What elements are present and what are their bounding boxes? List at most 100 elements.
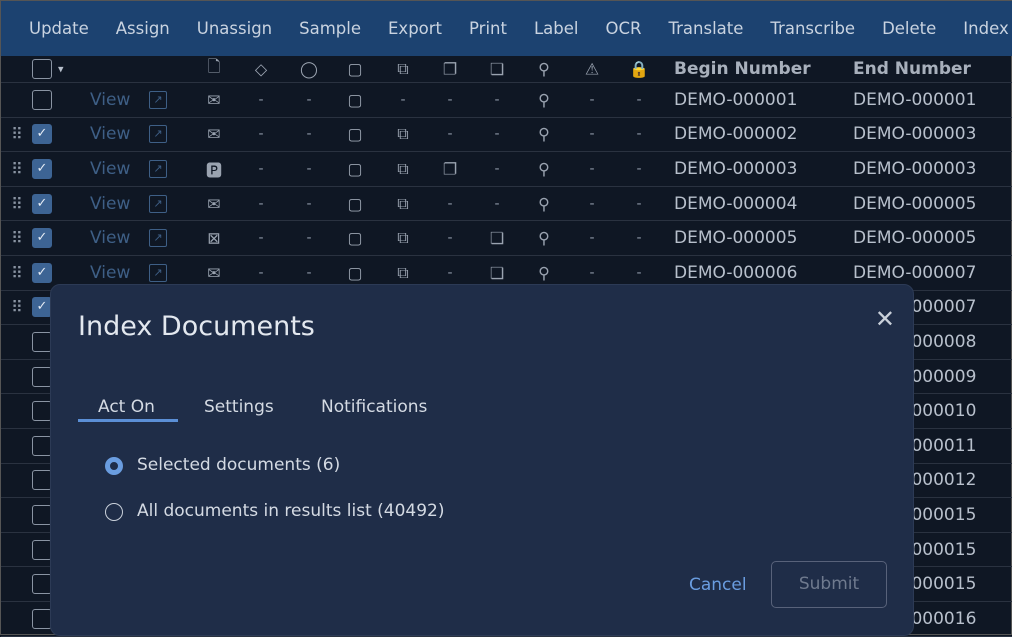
cancel-button[interactable]: Cancel — [689, 575, 747, 595]
drag-handle-icon[interactable]: ⠿ — [11, 161, 23, 177]
copies-icon[interactable]: ❐ — [439, 60, 461, 79]
open-external-icon[interactable]: ↗ — [149, 159, 167, 178]
option-selected-documents-label[interactable]: Selected documents (6) — [137, 455, 340, 475]
radio-selected-documents[interactable] — [105, 457, 123, 475]
table-row[interactable]: ⠿ ✓ View ↗ ✉ - - ▢ ⧉ - - ⚲ - - DEMO-000004 DEMO-000005 — [1, 187, 1012, 222]
tab-act-on[interactable]: Act On — [98, 397, 155, 417]
column-header-end-number[interactable]: End Number — [853, 59, 971, 79]
radio-all-documents[interactable] — [105, 503, 123, 521]
drag-handle-icon[interactable]: ⠿ — [11, 265, 23, 281]
workflow-icon[interactable]: ⚲ — [533, 229, 555, 248]
note-icon[interactable]: ▢ — [344, 60, 366, 79]
duplicate-icon[interactable]: ❏ — [486, 263, 508, 282]
chevron-down-icon[interactable]: ▾ — [58, 63, 64, 76]
row-checkbox[interactable] — [32, 331, 52, 352]
toolbar-assign-button[interactable]: Assign — [116, 19, 170, 38]
row-checkbox[interactable] — [32, 539, 52, 560]
pdf-icon[interactable]: 🅿 — [203, 157, 225, 181]
row-checkbox[interactable]: ✓ — [32, 158, 52, 179]
row-checkbox[interactable] — [32, 608, 52, 629]
email-icon[interactable]: ✉ — [203, 263, 225, 282]
close-icon[interactable]: ✕ — [875, 305, 895, 333]
toolbar-update-button[interactable]: Update — [29, 19, 89, 38]
row-checkbox[interactable]: ✓ — [32, 297, 52, 318]
toolbar-delete-button[interactable]: Delete — [882, 19, 936, 38]
note-icon[interactable]: ▢ — [344, 194, 366, 213]
column-header-begin-number[interactable]: Begin Number — [674, 59, 811, 79]
option-all-documents-label[interactable]: All documents in results list (40492) — [137, 501, 445, 521]
drag-handle-icon[interactable]: ⠿ — [11, 196, 23, 212]
row-checkbox[interactable]: ✓ — [32, 228, 52, 249]
view-link[interactable]: View — [90, 124, 130, 144]
table-row[interactable]: ⠿ ✓ View ↗ ✉ - - ▢ ⧉ - - ⚲ - - DEMO-000002 DEMO-000003 — [1, 118, 1012, 153]
toolbar-translate-button[interactable]: Translate — [668, 19, 743, 38]
lock-icon[interactable]: 🔒 — [628, 60, 650, 79]
open-external-icon[interactable]: ↗ — [149, 194, 167, 213]
duplicate-icon[interactable]: ❏ — [486, 229, 508, 248]
tab-settings[interactable]: Settings — [204, 397, 274, 417]
email-stack-icon[interactable]: ⧉ — [392, 159, 414, 179]
open-external-icon[interactable]: ↗ — [149, 125, 167, 144]
tag-icon[interactable]: ◇ — [250, 60, 272, 79]
note-icon[interactable]: ▢ — [344, 229, 366, 248]
view-link[interactable]: View — [90, 228, 130, 248]
table-row[interactable]: View ↗ ✉ - - ▢ - - - ⚲ - - DEMO-000001 DEMO-000001 — [1, 83, 1012, 118]
warning-icon[interactable]: ⚠ — [581, 60, 603, 79]
row-checkbox[interactable] — [32, 470, 52, 491]
row-checkbox[interactable]: ✓ — [32, 262, 52, 283]
copies-icon[interactable]: ❐ — [439, 159, 461, 178]
email-stack-icon[interactable]: ⧉ — [392, 263, 414, 283]
email-stack-icon[interactable]: ⧉ — [392, 59, 414, 79]
email-icon[interactable]: ✉ — [203, 90, 225, 109]
email-stack-icon[interactable]: ⧉ — [392, 124, 414, 144]
note-icon[interactable]: ▢ — [344, 125, 366, 144]
open-external-icon[interactable]: ↗ — [149, 263, 167, 282]
duplicate-icon[interactable]: ❏ — [486, 60, 508, 79]
note-icon[interactable]: ▢ — [344, 90, 366, 109]
view-link[interactable]: View — [90, 263, 130, 283]
drag-handle-icon[interactable]: ⠿ — [11, 299, 23, 315]
row-checkbox[interactable] — [32, 435, 52, 456]
toolbar-sample-button[interactable]: Sample — [299, 19, 361, 38]
email-stack-icon[interactable]: ⧉ — [392, 228, 414, 248]
submit-button[interactable]: Submit — [771, 561, 887, 608]
row-checkbox[interactable] — [32, 89, 52, 110]
document-icon[interactable]: 🗋 — [203, 56, 225, 83]
workflow-icon[interactable]: ⚲ — [533, 194, 555, 213]
email-icon[interactable]: ✉ — [203, 125, 225, 144]
row-checkbox[interactable] — [32, 401, 52, 422]
toolbar-index-button[interactable]: Index — [963, 19, 1008, 38]
toolbar-unassign-button[interactable]: Unassign — [197, 19, 272, 38]
toolbar-export-button[interactable]: Export — [388, 19, 442, 38]
view-link[interactable]: View — [90, 159, 130, 179]
toolbar-transcribe-button[interactable]: Transcribe — [770, 19, 855, 38]
row-checkbox[interactable] — [32, 504, 52, 525]
select-all-checkbox[interactable] — [32, 59, 52, 79]
tab-notifications[interactable]: Notifications — [321, 397, 427, 417]
drag-handle-icon[interactable]: ⠿ — [11, 230, 23, 246]
workflow-icon[interactable]: ⚲ — [533, 60, 555, 79]
note-icon[interactable]: ▢ — [344, 263, 366, 282]
toolbar-ocr-button[interactable]: OCR — [606, 19, 642, 38]
drag-handle-icon[interactable]: ⠿ — [11, 126, 23, 142]
row-checkbox[interactable] — [32, 366, 52, 387]
workflow-icon[interactable]: ⚲ — [533, 263, 555, 282]
open-external-icon[interactable]: ↗ — [149, 90, 167, 109]
email-icon[interactable]: ✉ — [203, 194, 225, 213]
open-external-icon[interactable]: ↗ — [149, 229, 167, 248]
table-row[interactable]: ⠿ ✓ View ↗ ⊠ - - ▢ ⧉ - ❏ ⚲ - - DEMO-000005 DEMO-000005 — [1, 221, 1012, 256]
workflow-icon[interactable]: ⚲ — [533, 125, 555, 144]
comment-icon[interactable]: ◯ — [298, 60, 320, 79]
row-checkbox[interactable]: ✓ — [32, 193, 52, 214]
view-link[interactable]: View — [90, 90, 130, 110]
view-link[interactable]: View — [90, 194, 130, 214]
excel-icon[interactable]: ⊠ — [203, 229, 225, 248]
workflow-icon[interactable]: ⚲ — [533, 90, 555, 109]
email-stack-icon[interactable]: ⧉ — [392, 194, 414, 214]
toolbar-label-button[interactable]: Label — [534, 19, 579, 38]
row-checkbox[interactable] — [32, 574, 52, 595]
workflow-icon[interactable]: ⚲ — [533, 159, 555, 178]
row-checkbox[interactable]: ✓ — [32, 124, 52, 145]
toolbar-print-button[interactable]: Print — [469, 19, 507, 38]
table-row[interactable]: ⠿ ✓ View ↗ 🅿 - - ▢ ⧉ ❐ - ⚲ - - DEMO-000003 DEMO-000003 — [1, 152, 1012, 187]
